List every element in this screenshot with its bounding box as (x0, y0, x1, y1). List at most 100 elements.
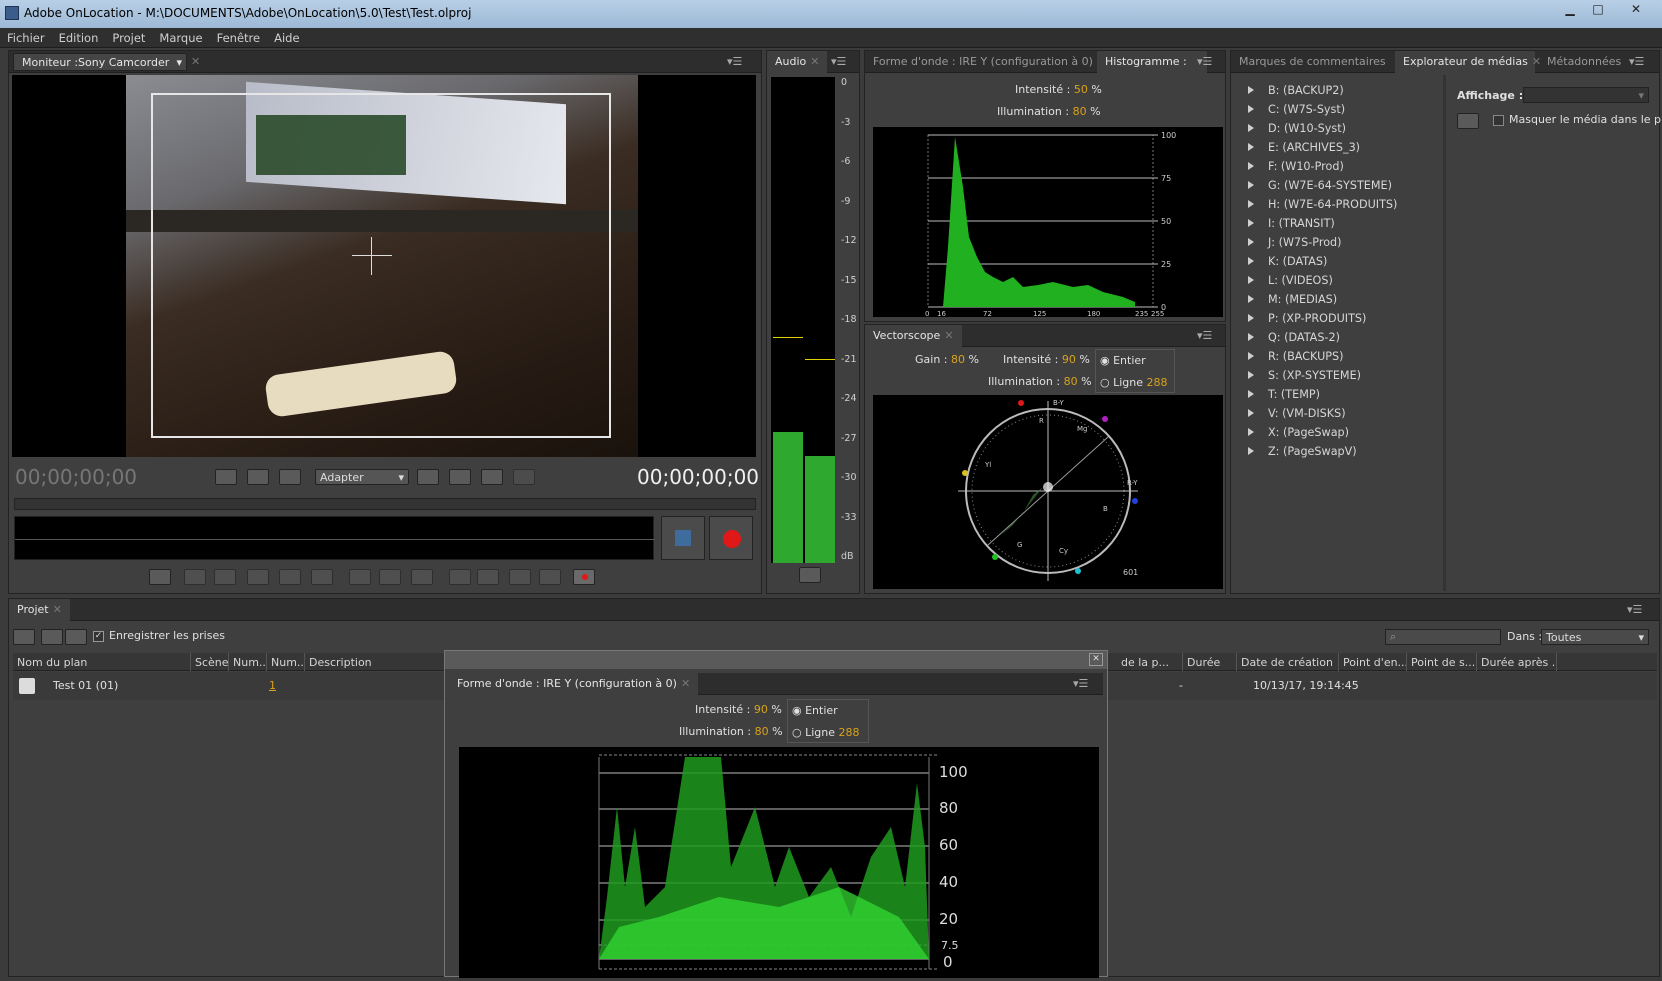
expand-arrow-icon[interactable] (1248, 447, 1254, 455)
drive-item[interactable]: J: (W7S-Prod) (1248, 236, 1342, 249)
expand-arrow-icon[interactable] (1248, 295, 1254, 303)
drive-item[interactable]: R: (BACKUPS) (1248, 350, 1344, 363)
tab-media-explorer[interactable]: Explorateur de médias ✕ (1395, 51, 1541, 73)
shuttle-icon[interactable] (477, 569, 499, 585)
expand-arrow-icon[interactable] (1248, 105, 1254, 113)
col-num2[interactable]: Num... (267, 653, 305, 671)
panel-menu-icon[interactable]: ▾☰ (1197, 55, 1212, 68)
tab-histogram[interactable]: Histogramme : (1097, 51, 1207, 73)
filmstrip-icon[interactable] (41, 629, 63, 645)
search-input[interactable]: ⌕ (1385, 629, 1501, 645)
expand-arrow-icon[interactable] (1248, 314, 1254, 322)
panel-menu-icon[interactable]: ▾☰ (1629, 55, 1644, 68)
menu-edition[interactable]: Edition (52, 28, 106, 45)
record-button[interactable] (709, 516, 753, 560)
video-viewport[interactable] (12, 75, 756, 457)
menu-fichier[interactable]: Fichier (0, 28, 52, 45)
drive-item[interactable]: V: (VM-DISKS) (1248, 407, 1346, 420)
play-in-out-icon[interactable] (311, 569, 333, 585)
safe-margins-icon[interactable] (449, 469, 471, 485)
loop-icon[interactable] (449, 569, 471, 585)
col-description[interactable]: Description (305, 653, 445, 671)
expand-arrow-icon[interactable] (1248, 200, 1254, 208)
expand-arrow-icon[interactable] (1248, 181, 1254, 189)
close-button[interactable]: ✕ (1616, 0, 1656, 18)
menu-fenetre[interactable]: Fenêtre (210, 28, 267, 45)
drive-item[interactable]: B: (BACKUP2) (1248, 84, 1344, 97)
expand-arrow-icon[interactable] (1248, 428, 1254, 436)
drive-item[interactable]: M: (MEDIAS) (1248, 293, 1337, 306)
close-icon[interactable]: ✕ (53, 603, 62, 616)
import-media-icon[interactable] (1457, 113, 1479, 129)
zebra2-icon[interactable] (247, 469, 269, 485)
panel-menu-icon[interactable]: ▾☰ (1197, 329, 1212, 342)
tab-audio[interactable]: Audio ✕ (767, 51, 828, 73)
drive-item[interactable]: P: (XP-PRODUITS) (1248, 312, 1366, 325)
jog-icon[interactable] (509, 569, 531, 585)
panel-menu-icon[interactable]: ▾☰ (1627, 603, 1642, 616)
col-duree[interactable]: Durée (1183, 653, 1237, 671)
tab-waveform-floating[interactable]: Forme d'onde : IRE Y (configuration à 0)… (449, 673, 699, 695)
fit-dropdown[interactable]: Adapter ▾ (315, 469, 409, 485)
affichage-dropdown[interactable]: ▾ (1523, 87, 1649, 103)
play-icon[interactable] (379, 569, 401, 585)
expand-arrow-icon[interactable] (1248, 143, 1254, 151)
tab-project[interactable]: Projet ✕ (9, 599, 70, 621)
drive-item[interactable]: E: (ARCHIVES_3) (1248, 141, 1360, 154)
record-takes-checkbox[interactable]: ✓ (93, 631, 104, 642)
mark-out-icon[interactable] (214, 569, 236, 585)
col-num1[interactable]: Num... (229, 653, 267, 671)
floating-titlebar[interactable]: ✕ (445, 651, 1107, 669)
floating-close-button[interactable]: ✕ (1089, 653, 1103, 666)
expand-arrow-icon[interactable] (1248, 162, 1254, 170)
radio-entier-floating[interactable]: ◉ Entier (792, 704, 838, 717)
col-point-entree[interactable]: Point d'en... (1339, 653, 1407, 671)
camera-icon[interactable] (149, 569, 171, 585)
tab-comment-markers[interactable]: Marques de commentaires (1231, 51, 1391, 73)
drive-item[interactable]: Q: (DATAS-2) (1248, 331, 1340, 344)
drive-item[interactable]: F: (W10-Prod) (1248, 160, 1344, 173)
expand-arrow-icon[interactable] (1248, 409, 1254, 417)
close-icon[interactable]: ✕ (944, 329, 953, 342)
drive-item[interactable]: X: (PageSwap) (1248, 426, 1349, 439)
panel-menu-icon[interactable]: ▾☰ (1073, 677, 1088, 690)
goto-out-icon[interactable] (279, 569, 301, 585)
menu-projet[interactable]: Projet (105, 28, 152, 45)
radio-ligne-floating[interactable]: ○ Ligne 288 (792, 726, 860, 739)
tab-vectorscope[interactable]: Vectorscope ✕ (865, 325, 962, 347)
col-scene[interactable]: Scène (191, 653, 229, 671)
expand-arrow-icon[interactable] (1248, 276, 1254, 284)
stop-button[interactable] (661, 516, 705, 560)
clip-num[interactable]: 1 (269, 679, 276, 692)
compare-icon[interactable] (513, 469, 535, 485)
snapshot-icon[interactable] (481, 469, 503, 485)
expand-arrow-icon[interactable] (1248, 371, 1254, 379)
splitter[interactable] (1443, 75, 1446, 591)
mark-in-icon[interactable] (184, 569, 206, 585)
col-date-creation[interactable]: Date de création (1237, 653, 1339, 671)
radio-ligne[interactable]: ○ Ligne 288 (1100, 376, 1168, 389)
expand-arrow-icon[interactable] (1248, 257, 1254, 265)
close-icon[interactable]: ✕ (681, 677, 690, 690)
split-view-icon[interactable] (417, 469, 439, 485)
drive-item[interactable]: K: (DATAS) (1248, 255, 1327, 268)
new-clip-icon[interactable] (13, 629, 35, 645)
menu-marque[interactable]: Marque (152, 28, 209, 45)
timeline-scrubber[interactable] (14, 498, 756, 510)
drive-item[interactable]: D: (W10-Syst) (1248, 122, 1346, 135)
drive-item[interactable]: H: (W7E-64-PRODUITS) (1248, 198, 1397, 211)
expand-arrow-icon[interactable] (1248, 390, 1254, 398)
expand-arrow-icon[interactable] (1248, 86, 1254, 94)
tab-waveform[interactable]: Forme d'onde : IRE Y (configuration à 0) (865, 51, 1095, 73)
col-nom-du-plan[interactable]: Nom du plan (13, 653, 191, 671)
monitor-source-dropdown[interactable]: Moniteur :Sony Camcorder ▾ (13, 53, 187, 71)
drive-item[interactable]: T: (TEMP) (1248, 388, 1320, 401)
expand-arrow-icon[interactable] (1248, 333, 1254, 341)
expand-arrow-icon[interactable] (1248, 352, 1254, 360)
goto-in-icon[interactable] (247, 569, 269, 585)
overlay-icon[interactable] (279, 469, 301, 485)
col-point-sortie[interactable]: Point de s... (1407, 653, 1477, 671)
expand-arrow-icon[interactable] (1248, 238, 1254, 246)
expand-arrow-icon[interactable] (1248, 124, 1254, 132)
expand-arrow-icon[interactable] (1248, 219, 1254, 227)
